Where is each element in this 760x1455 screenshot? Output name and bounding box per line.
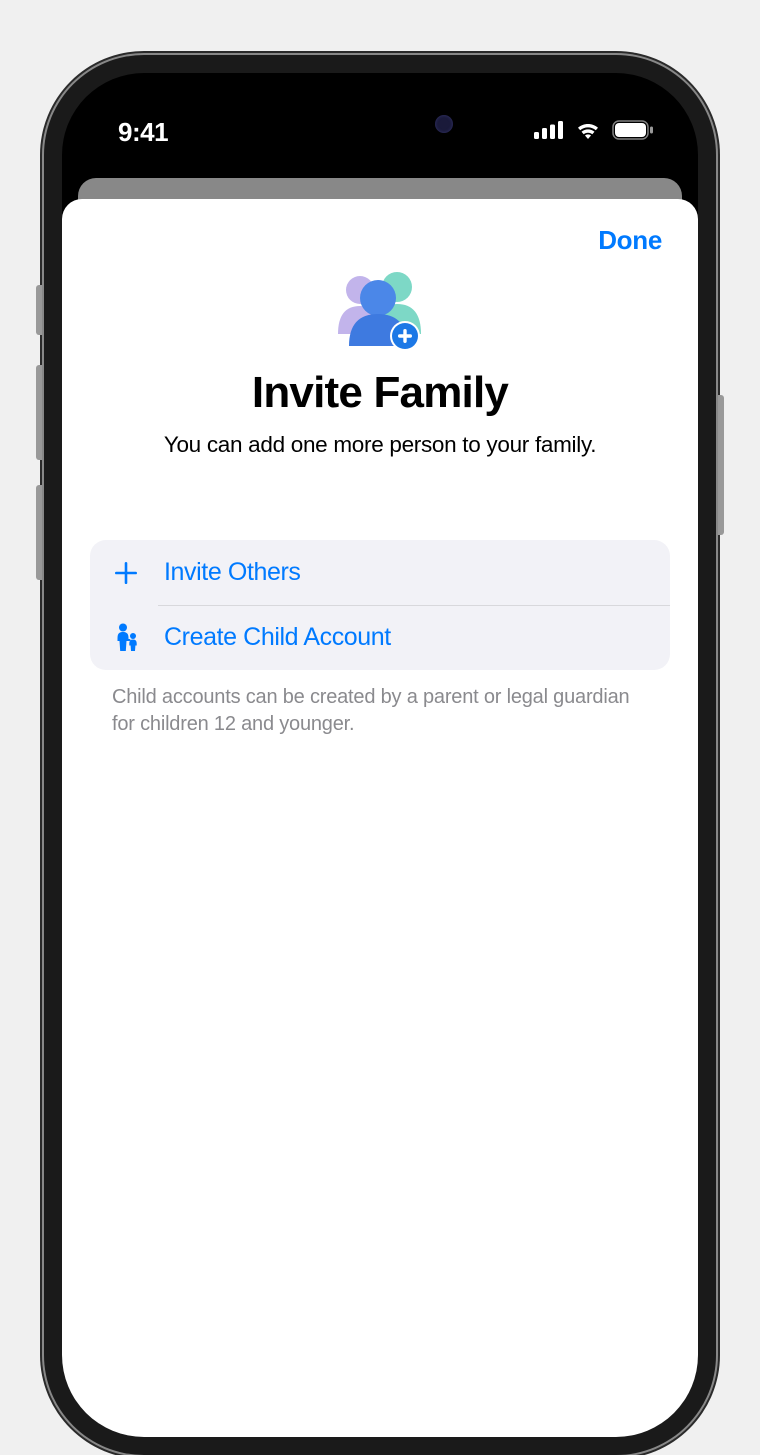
phone-frame: 9:41 [44, 55, 716, 1455]
nav-bar: Done [90, 223, 670, 256]
family-group-icon [325, 270, 435, 356]
create-child-account-row[interactable]: Create Child Account [90, 605, 670, 670]
battery-icon [612, 120, 654, 145]
front-camera [435, 115, 453, 133]
row-separator [158, 605, 670, 606]
page-subtitle: You can add one more person to your fami… [164, 432, 596, 458]
page-title: Invite Family [252, 368, 508, 418]
create-child-account-label: Create Child Account [164, 623, 391, 652]
phone-side-button [36, 285, 42, 335]
status-icons [534, 120, 654, 145]
cellular-icon [534, 121, 564, 144]
options-list: Invite Others [90, 540, 670, 670]
parent-child-icon [112, 624, 140, 652]
phone-volume-up [36, 365, 42, 460]
footer-note: Child accounts can be created by a paren… [90, 684, 670, 738]
hero-section: Invite Family You can add one more perso… [90, 270, 670, 458]
wifi-icon [574, 120, 602, 145]
phone-volume-down [36, 485, 42, 580]
screen: 9:41 [62, 73, 698, 1437]
phone-power-button [718, 395, 724, 535]
plus-icon [112, 559, 140, 587]
invite-others-row[interactable]: Invite Others [90, 540, 670, 605]
dynamic-island [285, 97, 475, 151]
status-time: 9:41 [118, 117, 168, 148]
invite-others-label: Invite Others [164, 558, 301, 587]
done-button[interactable]: Done [598, 225, 662, 256]
invite-family-sheet: Done [62, 199, 698, 1437]
